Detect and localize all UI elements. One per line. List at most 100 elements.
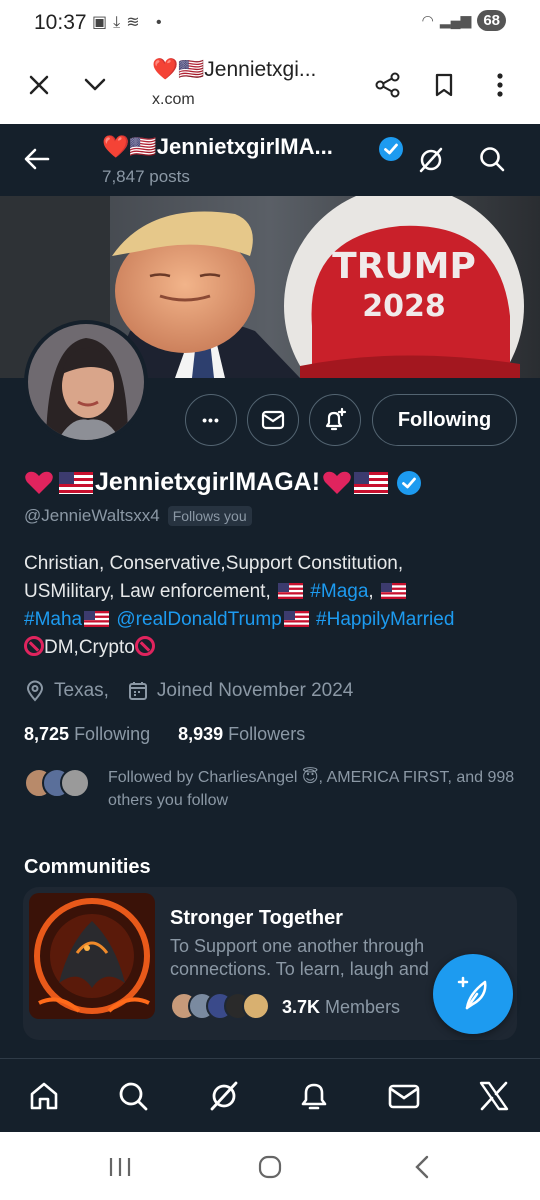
following-button[interactable]: Following (372, 394, 517, 446)
share-icon[interactable] (369, 66, 407, 104)
following-count-link[interactable]: 8,725 Following (24, 724, 150, 745)
profile-handle: @JennieWaltsxx4 (24, 506, 160, 525)
x-logo-icon[interactable] (476, 1078, 512, 1114)
back-nav-icon[interactable] (402, 1154, 442, 1180)
status-time: 10:37 (34, 11, 87, 34)
members-text: 3.7K Members (282, 997, 400, 1018)
us-flag-icon (380, 583, 406, 599)
battery-indicator: 68 (477, 10, 506, 31)
bio-text: USMilitary, Law enforcement, (24, 581, 271, 602)
home-button-icon[interactable] (250, 1154, 290, 1180)
following-count: 8,725 (24, 724, 70, 744)
bio-line: Christian, Conservative,Support Constitu… (24, 553, 404, 574)
browser-tab-title: ❤️🇺🇸Jennietxgi... (152, 58, 317, 81)
handle-row: @JennieWaltsxx4 Follows you (24, 506, 252, 526)
follows-you-badge: Follows you (167, 506, 252, 526)
members-label: Members (325, 996, 401, 1017)
recent-apps-icon[interactable] (100, 1154, 140, 1180)
bell-plus-icon (325, 407, 347, 431)
search-icon[interactable] (115, 1078, 151, 1114)
us-flag-icon (354, 471, 389, 494)
x-app: ❤️🇺🇸JennietxgirlMA... 7,847 posts TRUMP … (0, 124, 540, 1132)
heart-icon (25, 471, 53, 494)
community-members: 3.7K Members (170, 991, 400, 1023)
grok-icon[interactable] (416, 145, 446, 180)
followers-label: Followers (228, 724, 306, 744)
avatar (28, 324, 144, 440)
header-post-count: 7,847 posts (102, 167, 190, 186)
hashtag-link[interactable]: #Maha (24, 609, 82, 630)
profile-display-name: JennietxgirlMAGA! (24, 468, 422, 497)
avatar (242, 992, 270, 1020)
bio-text: DM,Crypto (44, 637, 135, 658)
followers-count-link[interactable]: 8,939 Followers (178, 724, 305, 745)
community-image (29, 893, 155, 1019)
home-icon[interactable] (26, 1078, 62, 1114)
community-description: To Support one another through connectio… (170, 935, 470, 981)
joined-text: Joined November 2024 (156, 680, 354, 701)
browser-url[interactable]: x.com (152, 91, 195, 109)
bio-line: #Maha @realDonaldTrump #HappilyMarried (24, 606, 524, 634)
hat-text-line2: 2028 (362, 289, 446, 324)
status-bar: 10:37 ▣⤓≋ • ◠ ▂▄▆ 68 (0, 0, 540, 46)
bookmark-icon[interactable] (425, 66, 463, 104)
member-avatars (170, 992, 270, 1022)
more-options-button[interactable]: ••• (185, 394, 237, 446)
communities-heading: Communities (24, 856, 151, 878)
members-count: 3.7K (282, 996, 321, 1017)
hat-text-line1: TRUMP (332, 246, 476, 287)
status-right: ◠ ▂▄▆ 68 (422, 10, 506, 31)
compose-feather-icon (457, 976, 487, 1010)
us-flag-icon (84, 611, 110, 627)
location-text: Texas, (54, 680, 109, 701)
back-arrow-icon[interactable] (22, 144, 54, 176)
notification-icons: ▣⤓≋ • (92, 14, 168, 31)
no-entry-icon (24, 636, 44, 656)
hashtag-link[interactable]: #Maga (310, 581, 368, 602)
calendar-icon (128, 682, 147, 700)
followers-count: 8,939 (178, 724, 224, 744)
mention-link[interactable]: @realDonaldTrump (116, 609, 281, 630)
messages-icon[interactable] (386, 1078, 422, 1114)
community-description-line: connections. To learn, laugh and (170, 959, 429, 979)
followed-by-text: Followed by CharliesAngel 😇, AMERICA FIR… (108, 769, 515, 809)
location-icon (26, 680, 44, 702)
bio-line: DM,Crypto (24, 634, 524, 662)
browser-bar: ❤️🇺🇸Jennietxgi... x.com (0, 46, 540, 124)
avatar (60, 768, 90, 798)
community-description-line: To Support one another through (170, 936, 425, 956)
compose-post-button[interactable] (433, 954, 513, 1034)
no-entry-icon (134, 636, 155, 656)
signal-icon: ▂▄▆ (439, 12, 472, 28)
followed-by[interactable]: Followed by CharliesAngel 😇, AMERICA FIR… (24, 764, 524, 816)
message-button[interactable] (247, 394, 299, 446)
profile-avatar[interactable] (24, 320, 148, 444)
verified-badge-icon[interactable] (396, 470, 422, 496)
envelope-icon (261, 410, 285, 430)
close-icon[interactable] (20, 66, 58, 104)
bio-line: USMilitary, Law enforcement, #Maga, (24, 578, 524, 606)
header-name: ❤️🇺🇸JennietxgirlMA... (102, 134, 333, 159)
profile-header: ❤️🇺🇸JennietxgirlMA... 7,847 posts (0, 124, 540, 196)
profile-meta: Texas, Joined November 2024 (24, 680, 353, 702)
us-flag-icon (59, 471, 93, 494)
notifications-icon[interactable] (296, 1078, 332, 1114)
hashtag-link[interactable]: #HappilyMarried (316, 609, 454, 630)
community-name: Stronger Together (170, 907, 343, 929)
grok-icon[interactable] (206, 1078, 242, 1114)
bottom-nav (0, 1064, 540, 1132)
following-label: Following (74, 724, 151, 744)
system-nav-bar (0, 1132, 540, 1200)
more-vert-icon[interactable] (481, 66, 519, 104)
us-flag-icon (283, 611, 309, 627)
follow-counts: 8,725 Following 8,939 Followers (24, 724, 305, 745)
search-icon[interactable] (478, 145, 506, 178)
display-name-text: JennietxgirlMAGA! (95, 468, 321, 496)
bio-text: , (368, 581, 374, 602)
wifi-icon: ◠ (421, 12, 434, 28)
verified-badge-icon (378, 136, 404, 167)
heart-icon (323, 471, 351, 494)
chevron-down-icon[interactable] (76, 66, 114, 104)
more-icon: ••• (202, 412, 220, 428)
notify-button[interactable] (309, 394, 361, 446)
